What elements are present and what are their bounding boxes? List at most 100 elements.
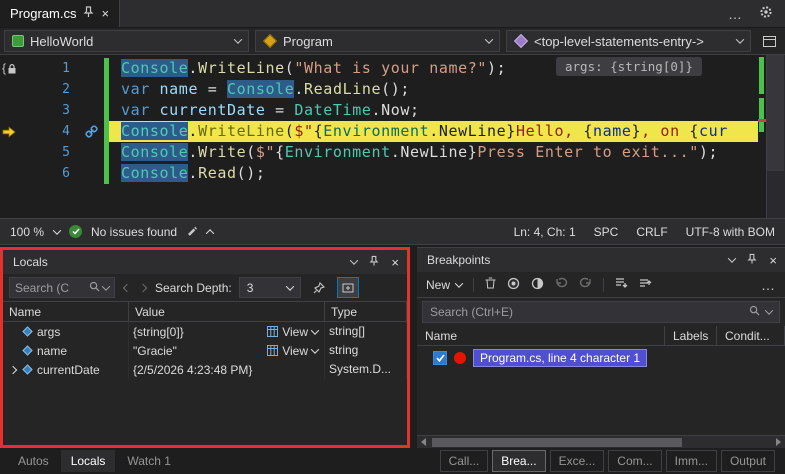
close-icon[interactable]: × (391, 255, 399, 270)
code-line-2[interactable]: 2 var name = Console.ReadLine(); (0, 79, 758, 100)
breakpoint-checkbox[interactable] (433, 351, 447, 365)
brace-glyph: { (2, 61, 7, 75)
close-tab-icon[interactable]: × (101, 6, 109, 21)
split-editor-icon[interactable] (757, 35, 781, 47)
breakpoint-label[interactable]: Program.cs, line 4 character 1 (473, 349, 648, 367)
filter-pin-icon[interactable] (308, 277, 330, 298)
delete-breakpoint-icon[interactable] (485, 277, 496, 292)
code-token: Console (121, 143, 189, 161)
breakpoint-margin[interactable] (0, 163, 20, 184)
breakpoints-column-1[interactable]: Labels (665, 326, 717, 345)
line-ending[interactable]: CRLF (636, 225, 667, 239)
locals-search-input[interactable]: Search (C (9, 277, 115, 298)
chevron-up-icon[interactable] (205, 228, 215, 238)
breakpoint-margin[interactable] (0, 121, 20, 142)
code-line-5[interactable]: 5 Console.Write($"{Environment.NewLine}Pr… (0, 142, 758, 163)
breakpoints-search-input[interactable]: Search (Ctrl+E) (422, 301, 780, 323)
tab-exce[interactable]: Exce... (549, 450, 605, 472)
breakpoints-column-0[interactable]: Name (417, 326, 665, 345)
scroll-right-icon[interactable] (776, 438, 781, 446)
pin-icon[interactable] (369, 255, 379, 270)
locals-column-name[interactable]: Name (3, 302, 129, 321)
encoding[interactable]: UTF-8 with BOM (686, 225, 775, 239)
search-forward-icon[interactable] (138, 283, 148, 292)
tab-com[interactable]: Com... (608, 450, 662, 472)
tab-locals[interactable]: Locals (60, 450, 116, 472)
view-visualizer-link[interactable]: View (267, 325, 320, 339)
breakpoint-margin[interactable] (0, 79, 20, 100)
pin-icon[interactable] (747, 253, 757, 268)
redo-icon[interactable] (579, 277, 592, 292)
member-dropdown[interactable]: <top-level-statements-entry-> (506, 30, 751, 52)
local-value-cell[interactable]: {string[0]} View (129, 322, 325, 341)
tab-program-cs[interactable]: Program.cs × (0, 0, 121, 27)
locals-header-row[interactable]: Name Value Type (3, 302, 407, 322)
window-position-icon[interactable] (350, 256, 359, 265)
chevron-down-icon[interactable] (310, 344, 320, 354)
code-line-3[interactable]: 3 var currentDate = DateTime.Now; (0, 100, 758, 121)
zoom-control[interactable]: 100 % (10, 225, 62, 239)
breakpoints-column-2[interactable]: Condit... (717, 326, 785, 345)
tab-autos[interactable]: Autos (8, 450, 59, 472)
code-editor[interactable]: {1 Console.WriteLine("What is your name?"… (0, 55, 785, 219)
code-text[interactable]: var currentDate = DateTime.Now; (109, 100, 758, 121)
local-value-cell[interactable]: {2/5/2026 4:23:48 PM} (129, 360, 325, 379)
breakpoints-header-row[interactable]: Name Labels Condit... (417, 326, 785, 346)
editor-vertical-scrollbar[interactable] (766, 55, 785, 218)
breakpoint-row[interactable]: Program.cs, line 4 character 1 (417, 346, 785, 370)
breakpoints-header[interactable]: Breakpoints × (417, 248, 785, 272)
breakpoints-horizontal-scrollbar[interactable] (417, 435, 785, 448)
chevron-down-icon[interactable] (764, 306, 774, 315)
scrollbar-thumb[interactable] (432, 437, 682, 447)
search-depth-select[interactable]: 3 (238, 277, 301, 298)
locals-row-name[interactable]: name "Gracie" View string (3, 341, 407, 360)
space-mode[interactable]: SPC (594, 225, 619, 239)
export-breakpoints-icon[interactable] (639, 277, 652, 292)
chevron-down-icon[interactable] (310, 325, 320, 335)
code-text[interactable]: var name = Console.ReadLine(); (109, 79, 758, 100)
more-options-icon[interactable]: … (761, 277, 776, 293)
breakpoint-margin[interactable] (0, 100, 20, 121)
project-dropdown[interactable]: HelloWorld (4, 30, 249, 52)
code-text[interactable]: Console.Write($"{Environment.NewLine}Pre… (109, 142, 758, 163)
code-line-4[interactable]: 4 Console.WriteLine($"{Environment.NewLin… (0, 121, 758, 142)
class-dropdown[interactable]: Program (255, 30, 500, 52)
scroll-left-icon[interactable] (421, 438, 426, 446)
chevron-down-icon[interactable] (101, 281, 111, 291)
issues-status[interactable]: No issues found (91, 225, 177, 239)
expander-icon[interactable] (7, 365, 18, 374)
window-position-icon[interactable] (728, 254, 737, 263)
view-visualizer-link[interactable]: View (267, 344, 320, 358)
locals-header[interactable]: Locals × (3, 250, 407, 274)
locals-toolbar: Search (C Search Depth: 3 (3, 274, 407, 302)
search-back-icon[interactable] (122, 283, 132, 292)
more-documents-icon[interactable]: … (728, 6, 743, 22)
locals-row-currentDate[interactable]: currentDate {2/5/2026 4:23:48 PM} System.D… (3, 360, 407, 379)
import-breakpoints-icon[interactable] (615, 277, 628, 292)
locals-row-args[interactable]: args {string[0]} View string[] (3, 322, 407, 341)
locals-column-type[interactable]: Type (325, 302, 407, 321)
code-text[interactable]: Console.WriteLine($"{Environment.NewLine… (109, 121, 758, 142)
tab-output[interactable]: Output (720, 450, 775, 472)
scrollbar-thumb[interactable] (767, 55, 784, 171)
locals-column-value[interactable]: Value (129, 302, 325, 321)
browse-results-icon[interactable] (336, 277, 359, 298)
undo-icon[interactable] (555, 277, 568, 292)
tab-watch-1[interactable]: Watch 1 (117, 450, 181, 472)
caret-position[interactable]: Ln: 4, Ch: 1 (514, 225, 576, 239)
breakpoint-margin[interactable] (0, 142, 20, 163)
close-icon[interactable]: × (769, 253, 777, 268)
code-text[interactable]: Console.Read(); (109, 163, 758, 184)
tab-call[interactable]: Call... (439, 450, 489, 472)
toggle-breakpoints-icon[interactable] (531, 277, 544, 293)
breakpoint-margin[interactable]: { (0, 58, 20, 79)
local-value-cell[interactable]: "Gracie" View (129, 341, 325, 360)
tab-imm[interactable]: Imm... (665, 450, 717, 472)
new-breakpoint-button[interactable]: New (426, 278, 464, 292)
settings-gear-icon[interactable] (759, 5, 773, 22)
code-cleanup-icon[interactable] (186, 224, 198, 239)
tab-brea[interactable]: Brea... (492, 450, 546, 472)
code-line-6[interactable]: 6 Console.Read(); (0, 163, 758, 184)
pin-icon[interactable] (83, 6, 94, 21)
disable-all-breakpoints-icon[interactable] (507, 277, 520, 293)
